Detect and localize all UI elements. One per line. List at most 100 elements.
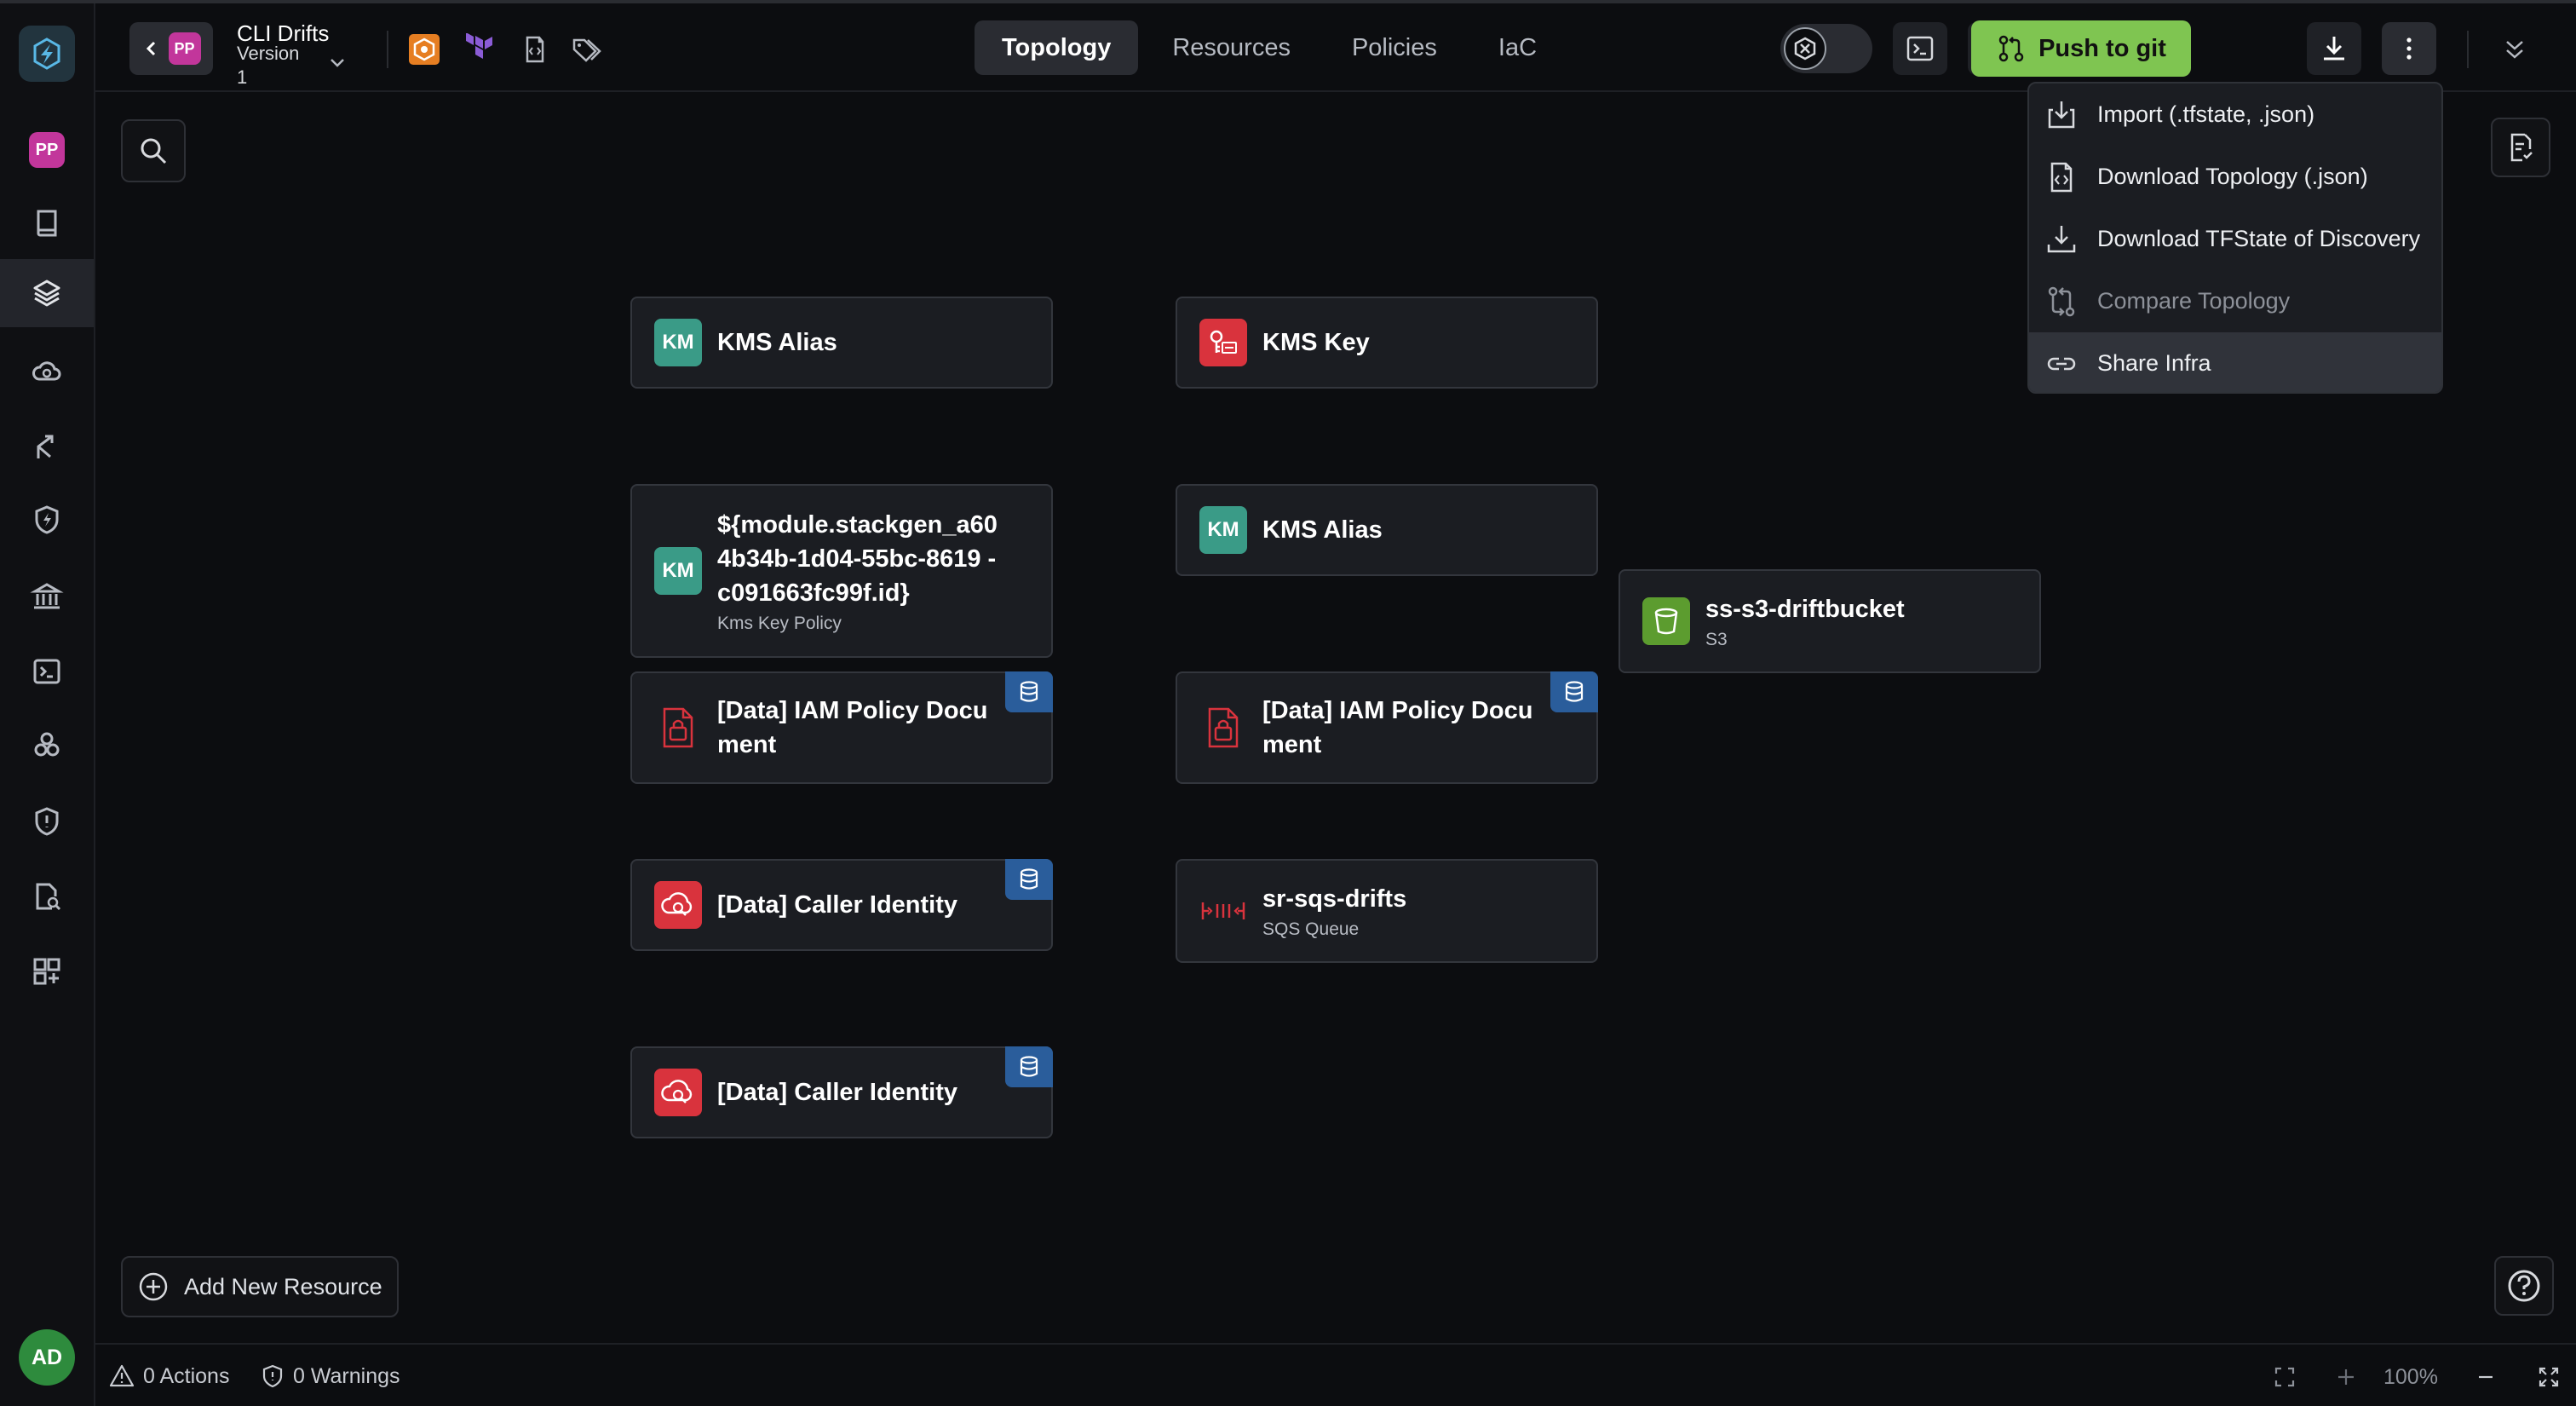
warnings-status[interactable]: 0 Warnings (261, 1363, 400, 1389)
data-source-badge (1005, 859, 1053, 900)
view-tabs: Topology Resources Policies IaC (975, 20, 1564, 75)
terminal-button[interactable] (1893, 22, 1947, 75)
node-title: ss-s3-driftbucket (1705, 596, 1905, 623)
menu-item-download-topology[interactable]: Download Topology (.json) (2029, 146, 2441, 208)
cloud-search-icon (32, 361, 61, 381)
caller-identity-icon (654, 1069, 702, 1116)
sidebar-item-governance[interactable] (0, 562, 94, 631)
file-code-icon-header[interactable] (518, 32, 552, 66)
sidebar-item-add-widget[interactable] (0, 937, 94, 1006)
iam-policy-icon (1199, 704, 1247, 752)
zoom-out-icon[interactable] (2474, 1365, 2498, 1389)
sidebar-item-terminal[interactable] (0, 637, 94, 706)
user-avatar[interactable]: AD (19, 1329, 75, 1386)
data-source-badge (1005, 1046, 1053, 1087)
tab-resources[interactable]: Resources (1145, 20, 1318, 75)
drift-hex-icon (1794, 37, 1816, 61)
link-icon (2047, 357, 2076, 370)
add-widget-icon (33, 958, 60, 985)
node-title: ${module.stackgen_a60 4b34b-1d04-55bc-86… (717, 511, 998, 607)
shield-bolt-icon (35, 505, 59, 534)
collapse-icon[interactable] (2498, 32, 2532, 66)
sidebar-item-modules[interactable] (0, 711, 94, 779)
version-value[interactable]: 1 (237, 66, 247, 89)
more-options-menu: Import (.tfstate, .json) Download Topolo… (2027, 82, 2443, 394)
logo-icon (33, 37, 60, 70)
menu-item-import[interactable]: Import (.tfstate, .json) (2029, 84, 2441, 146)
menu-item-share-infra[interactable]: Share Infra (2029, 332, 2441, 392)
resource-node[interactable]: KM KMS Alias (630, 297, 1053, 389)
push-to-git-button[interactable]: Push to git (1971, 20, 2191, 77)
database-icon (1565, 681, 1584, 702)
shield-warning-icon (262, 1364, 283, 1388)
back-button[interactable]: PP (129, 22, 213, 75)
menu-item-label: Share Infra (2097, 350, 2211, 376)
document-check-button[interactable] (2491, 118, 2550, 177)
file-code-icon (2050, 162, 2073, 192)
resource-node[interactable]: [Data] Caller Identity (630, 1046, 1053, 1138)
more-options-button[interactable] (2382, 22, 2436, 75)
zoom-in-icon[interactable] (2334, 1365, 2358, 1389)
drift-toggle[interactable] (1780, 24, 1872, 73)
project-badge-header: PP (168, 32, 201, 65)
node-title: KMS Key (1262, 329, 1370, 356)
header-divider (387, 31, 388, 68)
sidebar-item-catalog[interactable] (0, 189, 94, 257)
fullscreen-icon[interactable] (2537, 1365, 2561, 1389)
sidebar-item-cloud-discovery[interactable] (0, 337, 94, 406)
actions-status[interactable]: 0 Actions (109, 1363, 229, 1389)
resource-node[interactable]: KMS Key (1176, 297, 1598, 389)
sidebar-item-security[interactable] (0, 787, 94, 856)
sidebar-item-reports[interactable] (0, 862, 94, 931)
compare-icon (2048, 286, 2075, 316)
download-icon (2324, 37, 2344, 61)
toggle-knob (1784, 27, 1826, 70)
menu-item-compare-topology[interactable]: Compare Topology (2029, 270, 2441, 332)
data-source-badge (1005, 671, 1053, 712)
tab-iac[interactable]: IaC (1471, 20, 1564, 75)
push-to-git-label: Push to git (2038, 34, 2166, 62)
resource-node[interactable]: [Data] IAM Policy Docu ment (1176, 671, 1598, 784)
document-search-icon (36, 883, 61, 911)
terminal-icon (1906, 36, 1934, 61)
add-new-resource-button[interactable]: Add New Resource (121, 1256, 399, 1317)
left-sidebar: PP AD (0, 3, 95, 1406)
resource-node[interactable]: [Data] Caller Identity (630, 859, 1053, 951)
help-button[interactable] (2494, 1256, 2554, 1316)
sidebar-item-topology[interactable] (0, 259, 94, 327)
canvas-search-button[interactable] (121, 119, 186, 182)
node-subtitle: S3 (1705, 630, 1728, 649)
menu-item-label: Import (.tfstate, .json) (2097, 101, 2315, 127)
search-icon (141, 138, 167, 164)
node-title: [Data] IAM Policy Docu ment (717, 697, 988, 758)
resource-node[interactable]: ss-s3-driftbucket S3 (1619, 569, 2041, 673)
menu-item-label: Compare Topology (2097, 288, 2291, 314)
version-label: Version (237, 43, 300, 64)
app-logo[interactable] (19, 26, 75, 82)
sidebar-item-project[interactable]: PP (0, 116, 94, 184)
node-title: [Data] Caller Identity (717, 891, 957, 919)
branch-icon (37, 435, 54, 458)
help-circle-icon (2508, 1270, 2540, 1302)
tab-policies[interactable]: Policies (1325, 20, 1464, 75)
fit-view-icon[interactable] (2273, 1365, 2297, 1389)
menu-item-label: Download TFState of Discovery (2097, 226, 2421, 251)
download-button[interactable] (2307, 22, 2361, 75)
tags-icon[interactable] (571, 32, 605, 66)
sidebar-item-policies[interactable] (0, 486, 94, 554)
chevron-left-icon (146, 41, 155, 56)
chevron-down-icon[interactable] (327, 53, 348, 73)
shield-alert-icon (35, 807, 59, 836)
resource-node[interactable]: sr-sqs-drifts SQS Queue (1176, 859, 1598, 963)
terraform-icon[interactable] (463, 32, 497, 66)
resource-node[interactable]: KM ${module.stackgen_a60 4b34b-1d04-55bc… (630, 484, 1053, 658)
kms-icon: KM (1199, 506, 1247, 554)
sidebar-item-branches[interactable] (0, 412, 94, 481)
menu-item-download-tfstate[interactable]: Download TFState of Discovery (2029, 208, 2441, 270)
download-tray-icon (2047, 225, 2076, 252)
tab-topology[interactable]: Topology (975, 20, 1139, 75)
resource-node[interactable]: KM KMS Alias (1176, 484, 1598, 576)
resource-node[interactable]: [Data] IAM Policy Docu ment (630, 671, 1053, 784)
database-icon (1020, 868, 1038, 890)
aws-icon[interactable] (407, 32, 441, 66)
